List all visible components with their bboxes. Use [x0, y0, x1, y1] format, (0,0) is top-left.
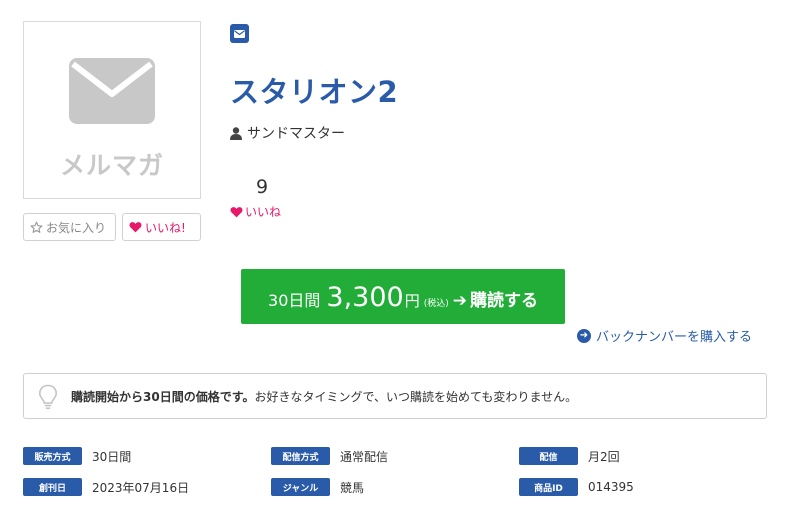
info-value: 通常配信 — [340, 449, 389, 464]
arrow-circle-right-icon: ➜ — [577, 328, 591, 343]
info-label: ジャンル — [271, 478, 330, 496]
heart-icon — [129, 222, 142, 233]
notice-bold: 購読開始から30日間の価格です。 — [71, 390, 255, 404]
info-value[interactable]: 競馬 — [340, 479, 364, 496]
lightbulb-icon — [38, 384, 58, 410]
info-launch-date: 創刊日 2023年07月16日 — [23, 477, 189, 497]
price-notice: 購読開始から30日間の価格です。お好きなタイミングで、いつ購読を始めても変わりま… — [23, 373, 767, 419]
mail-icon — [234, 29, 245, 38]
arrow-right-icon: ➔ — [452, 291, 467, 311]
like-label-text: いいね — [245, 205, 282, 219]
magazine-thumbnail: メルマガ — [23, 21, 201, 199]
info-sales-method: 販売方式 30日間 — [23, 446, 131, 466]
magazine-title: スタリオン2 — [230, 75, 399, 109]
favorite-button-label: お気に入り — [46, 220, 107, 235]
info-row: 販売方式 30日間 配信方式 通常配信 配信 月2回 — [23, 446, 767, 466]
info-value: 2023年07月16日 — [92, 480, 190, 495]
author[interactable]: サンドマスター — [230, 123, 345, 143]
info-product-id: 商品ID 014395 — [519, 477, 634, 497]
info-label: 配信方式 — [271, 447, 330, 465]
notice-text: 購読開始から30日間の価格です。お好きなタイミングで、いつ購読を始めても変わりま… — [71, 388, 577, 405]
notice-body: お好きなタイミングで、いつ購読を始めても変わりません。 — [254, 390, 578, 404]
heart-icon — [230, 206, 243, 217]
info-value: 30日間 — [92, 449, 132, 464]
subscribe-action: 購読する — [469, 291, 538, 311]
like-button[interactable]: いいね! — [122, 213, 201, 241]
user-icon — [230, 126, 242, 140]
info-label: 創刊日 — [23, 478, 82, 496]
info-delivery-method: 配信方式 通常配信 — [271, 446, 388, 466]
mail-badge — [230, 24, 249, 43]
backnumber-link[interactable]: ➜ バックナンバーを購入する — [577, 326, 752, 345]
info-value: 014395 — [588, 480, 634, 494]
star-icon — [30, 221, 43, 233]
like-button-label: いいね! — [145, 220, 186, 235]
subscribe-currency: 円 — [404, 292, 420, 310]
author-name: サンドマスター — [247, 126, 345, 142]
like-count: 9 — [255, 176, 269, 198]
subscribe-price: 3,300 — [326, 282, 404, 313]
subscribe-days: 30日間 — [268, 291, 321, 310]
info-label: 販売方式 — [23, 447, 82, 465]
backnumber-label: バックナンバーを購入する — [596, 330, 753, 345]
info-genre: ジャンル 競馬 — [271, 477, 364, 497]
favorite-button[interactable]: お気に入り — [23, 213, 116, 241]
thumbnail-label: メルマガ — [59, 151, 164, 180]
envelope-icon — [69, 58, 155, 124]
info-row: 創刊日 2023年07月16日 ジャンル 競馬 商品ID 014395 — [23, 477, 767, 497]
subscribe-button[interactable]: 30日間 3,300 円 (税込) ➔ 購読する — [241, 269, 565, 324]
info-delivery-frequency: 配信 月2回 — [519, 446, 620, 466]
info-label: 商品ID — [519, 478, 578, 496]
info-label: 配信 — [519, 447, 578, 465]
subscribe-tax: (税込) — [423, 299, 449, 309]
like-count-label: いいね — [230, 203, 281, 220]
info-value: 月2回 — [588, 449, 620, 464]
